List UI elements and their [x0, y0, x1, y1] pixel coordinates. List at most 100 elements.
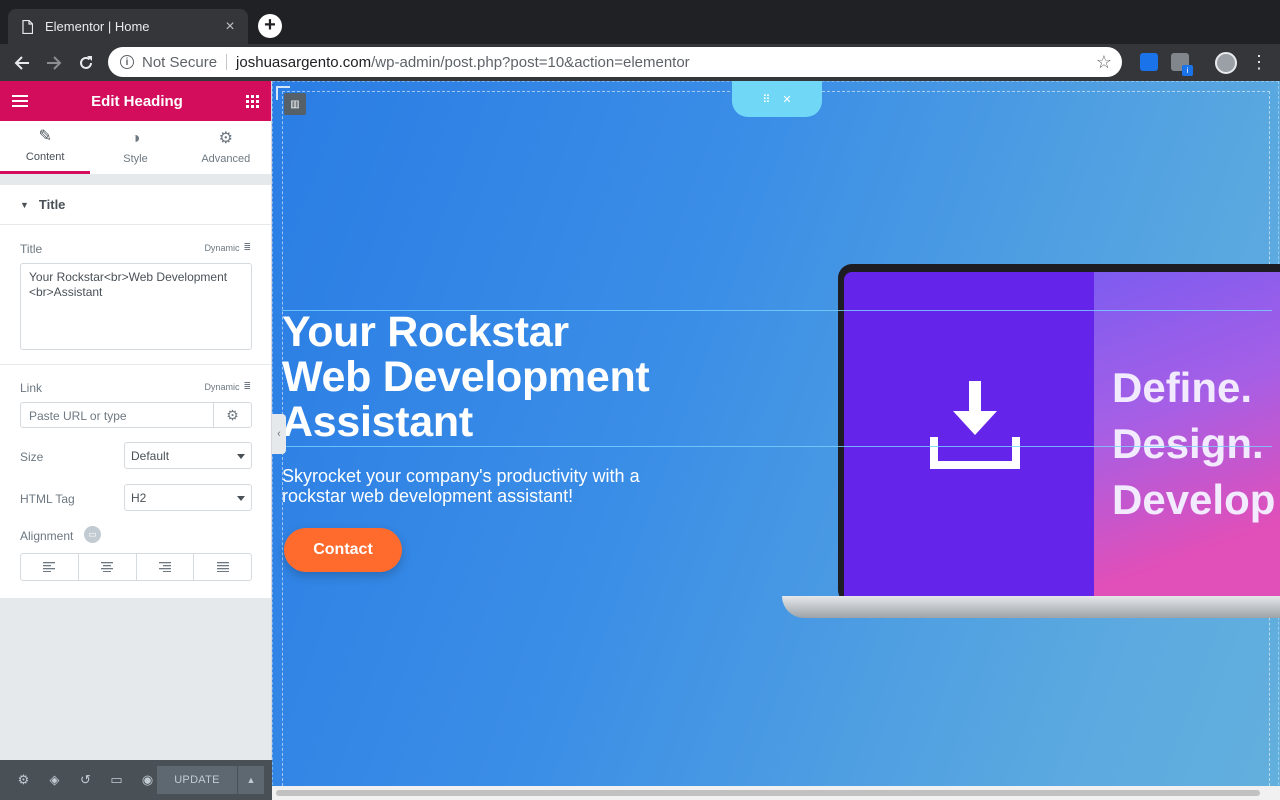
- preview-canvas: ▥ ⠿ ✕ Define. Design. Develop Your Rocks…: [272, 81, 1280, 800]
- delete-section-icon[interactable]: ✕: [782, 93, 791, 106]
- size-select[interactable]: Default: [124, 442, 252, 469]
- heading-line: Assistant: [282, 398, 473, 446]
- browser-menu-icon[interactable]: ⋮: [1250, 52, 1268, 74]
- forward-button[interactable]: [41, 50, 67, 76]
- section-handle: ⠿ ✕: [732, 81, 822, 117]
- tab-style[interactable]: ◑ Style: [90, 121, 180, 174]
- extension-icon-2[interactable]: i: [1171, 53, 1193, 76]
- hero-subtext[interactable]: Skyrocket your company's productivity wi…: [282, 466, 682, 506]
- arrow-right-icon: [47, 56, 62, 70]
- drag-handle-icon[interactable]: ⠿: [762, 93, 770, 106]
- panel-header: Edit Heading: [0, 81, 271, 121]
- bookmark-star-icon[interactable]: ☆: [1096, 52, 1112, 73]
- contrast-icon: ◑: [130, 129, 141, 147]
- collapse-panel-chevron-icon[interactable]: ‹: [272, 414, 286, 454]
- database-icon: ≣: [243, 242, 251, 252]
- tab-close-icon[interactable]: ×: [222, 18, 238, 35]
- link-placeholder: Paste URL or type: [29, 409, 127, 423]
- new-tab-button[interactable]: +: [258, 14, 282, 38]
- extension-icon[interactable]: [1140, 53, 1158, 71]
- html-tag-label: HTML Tag: [20, 492, 75, 506]
- dynamic-label: Dynamic: [204, 242, 240, 253]
- profile-avatar[interactable]: [1215, 52, 1237, 74]
- link-label: Link: [20, 381, 43, 395]
- align-justify-icon: [216, 562, 229, 572]
- align-left-icon: [43, 562, 56, 572]
- tab-label: Advanced: [201, 152, 251, 165]
- pencil-icon: ✎: [38, 128, 52, 145]
- laptop-base: [782, 596, 1280, 618]
- tab-label: Content: [25, 151, 65, 163]
- screen-line: Develop: [1112, 476, 1276, 523]
- reload-button[interactable]: [73, 50, 99, 76]
- hamburger-menu-icon[interactable]: [12, 95, 28, 107]
- align-center-button[interactable]: [79, 554, 137, 580]
- align-right-icon: [158, 562, 171, 572]
- section-title: Title: [38, 197, 66, 212]
- size-label: Size: [20, 450, 44, 464]
- title-control: Title Dynamic ≣: [0, 240, 271, 258]
- info-icon[interactable]: i: [120, 55, 134, 69]
- dropdown-arrow-icon: [237, 496, 245, 501]
- responsive-mode-icon[interactable]: ▭: [101, 772, 132, 788]
- title-textarea[interactable]: Your Rockstar<br>Web Development <br>Ass…: [20, 263, 252, 350]
- omnibox-divider: [226, 54, 228, 70]
- extension-badge: i: [1182, 65, 1193, 76]
- browser-tab[interactable]: Elementor | Home ×: [8, 9, 248, 44]
- size-value: Default: [131, 449, 170, 463]
- save-options-button[interactable]: ▲: [238, 766, 264, 794]
- elementor-panel: Edit Heading ✎ Content ◑ Style ⚙ Advance…: [0, 81, 272, 800]
- url-host: joshuasargento.com: [236, 53, 372, 71]
- widgets-grid-icon[interactable]: [245, 94, 259, 108]
- history-icon[interactable]: ↺: [70, 772, 101, 788]
- heading-line: Web Development: [282, 353, 650, 401]
- link-options-gear-icon[interactable]: ⚙: [213, 403, 251, 427]
- divider: [0, 364, 271, 365]
- tab-title: Elementor | Home: [45, 19, 150, 34]
- tab-content[interactable]: ✎ Content: [0, 121, 91, 174]
- panel-tabs: ✎ Content ◑ Style ⚙ Advanced: [0, 121, 271, 175]
- browser-tab-strip: Elementor | Home × +: [0, 0, 1280, 44]
- align-right-button[interactable]: [137, 554, 195, 580]
- database-icon: ≣: [243, 381, 251, 391]
- document-icon: [22, 19, 33, 34]
- heading-line: Your Rockstar: [282, 308, 569, 356]
- panel-footer: ⚙ ◈ ↺ ▭ ◉ UPDATE ▲: [0, 760, 272, 800]
- address-bar[interactable]: i Not Secure joshuasargento.com/wp-admin…: [108, 47, 1122, 77]
- section-title-toggle[interactable]: ▼ Title: [0, 185, 271, 225]
- html-tag-select[interactable]: H2: [124, 484, 252, 511]
- back-button[interactable]: [9, 50, 35, 76]
- panel-controls: ▼ Title Title Dynamic ≣ Your Rockstar<br>…: [0, 185, 271, 598]
- url-path: /wp-admin/post.php?post=10&action=elemen…: [371, 53, 690, 71]
- dropdown-arrow-icon: [237, 454, 245, 459]
- align-left-button[interactable]: [21, 554, 79, 580]
- arrow-left-icon: [14, 56, 29, 70]
- settings-gear-icon[interactable]: ⚙: [8, 772, 39, 788]
- dynamic-tags-button[interactable]: Dynamic ≣: [204, 242, 251, 253]
- link-url-input[interactable]: Paste URL or type ⚙: [20, 402, 252, 428]
- update-button[interactable]: UPDATE: [157, 766, 237, 794]
- horizontal-scrollbar[interactable]: [272, 786, 1280, 800]
- hero-heading[interactable]: Your Rockstar Web Development Assistant: [282, 308, 650, 446]
- title-label: Title: [20, 242, 43, 256]
- align-center-icon: [101, 562, 114, 572]
- tab-label: Style: [123, 152, 148, 165]
- scrollbar-thumb[interactable]: [276, 790, 1260, 796]
- panel-title: Edit Heading: [91, 92, 183, 110]
- alignment-label: Alignment: [20, 529, 74, 543]
- column-edit-icon[interactable]: ▥: [284, 93, 306, 115]
- security-label: Not Secure: [142, 53, 218, 71]
- caret-up-icon: ▲: [246, 775, 256, 785]
- alignment-buttons: [20, 553, 252, 581]
- html-tag-value: H2: [131, 491, 147, 505]
- contact-button[interactable]: Contact: [284, 528, 402, 572]
- align-justify-button[interactable]: [194, 554, 251, 580]
- navigator-layers-icon[interactable]: ◈: [39, 772, 70, 788]
- reload-icon: [80, 56, 92, 69]
- dynamic-tags-button[interactable]: Dynamic ≣: [204, 381, 251, 392]
- gear-icon: ⚙: [218, 129, 233, 147]
- tab-advanced[interactable]: ⚙ Advanced: [181, 121, 271, 174]
- link-control: Link Dynamic ≣: [0, 379, 271, 397]
- caret-down-icon: ▼: [20, 199, 29, 210]
- responsive-desktop-icon[interactable]: ▭: [84, 526, 101, 543]
